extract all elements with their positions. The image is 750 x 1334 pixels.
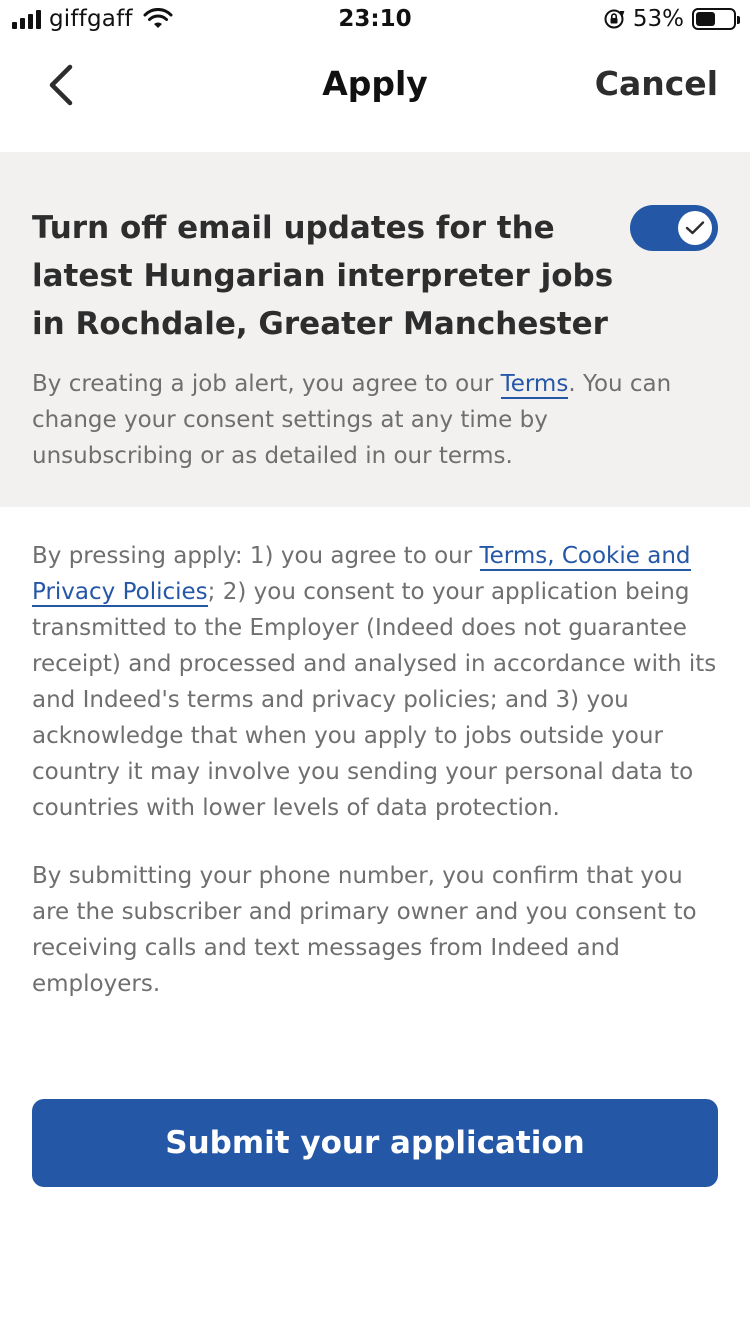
email-updates-toggle[interactable] [630,205,718,251]
apply-legal-prefix: By pressing apply: 1) you agree to our [32,543,480,569]
terms-link[interactable]: Terms [500,371,569,399]
job-alert-panel: Turn off email updates for the latest Hu… [0,152,750,507]
toggle-knob [678,211,712,245]
battery-icon [692,8,740,30]
nav-bar: Apply Cancel [0,40,750,150]
status-bar-right: 53% [603,6,740,32]
apply-legal-text: By pressing apply: 1) you agree to our T… [32,538,718,826]
status-bar: giffgaff 23:10 53% [0,0,750,40]
apply-legal-suffix: ; 2) you consent to your application bei… [32,579,717,821]
battery-nub [737,16,740,24]
orientation-lock-icon [604,9,625,29]
cancel-button[interactable]: Cancel [595,64,718,103]
battery-fill [696,12,716,26]
job-alert-heading: Turn off email updates for the latest Hu… [32,210,614,342]
job-alert-consent-text: By creating a job alert, you agree to ou… [32,366,712,474]
submit-application-button[interactable]: Submit your application [32,1099,718,1187]
consent-prefix: By creating a job alert, you agree to ou… [32,371,501,397]
checkmark-icon [685,221,705,235]
phone-consent-text: By submitting your phone number, you con… [32,863,697,997]
battery-percent: 53% [632,6,684,32]
